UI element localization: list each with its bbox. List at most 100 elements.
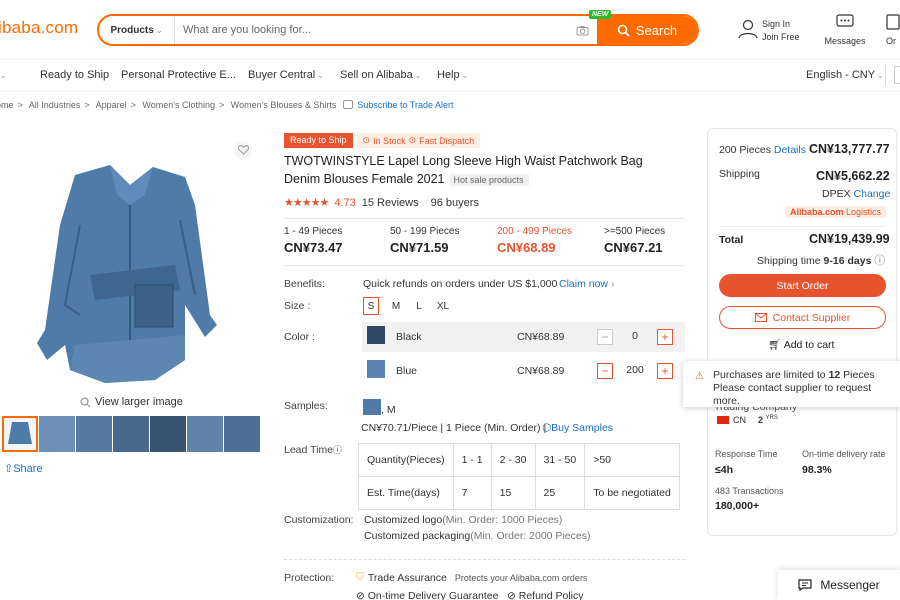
trade-assurance-desc: Protects your Alibaba.com orders [454,572,588,583]
table-row: Est. Time(days) 7 15 25 To be negotiated [358,476,680,510]
size-option-m[interactable]: M [388,297,404,315]
nav-ready-to-ship[interactable]: Ready to Ship [40,69,109,81]
buyers-count: 96 buyers [430,196,479,209]
breadcrumb-item[interactable]: Women's Clothing [142,100,215,110]
language-currency-select[interactable]: English - CNY ⌄ [806,69,884,81]
alibaba-logo[interactable]: ibaba.com [0,18,78,38]
orders-button[interactable]: Or [886,14,900,46]
purchase-limit-tooltip: ⚠ Purchases are limited to 12 Pieces Ple… [683,361,900,407]
divider [284,265,685,266]
quantity-decrease-button[interactable]: − [597,363,613,379]
logistics-word: Logistics [846,207,882,217]
size-option-l[interactable]: L [411,297,427,315]
breadcrumb-item[interactable]: Women's Blouses & Shirts [231,100,337,110]
color-swatch[interactable] [367,360,385,378]
nav-categories-chevron[interactable]: ⌄ [0,69,7,81]
tooltip-text: Pieces [843,369,875,381]
quantity-input[interactable]: 200 [616,364,654,376]
thumbnail-image[interactable] [187,416,223,452]
chevron-down-icon: ⌄ [155,25,163,35]
camera-icon[interactable] [571,16,593,44]
subscribe-trade-alert-link[interactable]: Subscribe to Trade Alert [357,100,453,110]
table-cell: 25 [534,476,586,510]
shipping-time: Shipping time 9-16 days ⓘ [757,252,885,268]
divider [719,226,886,227]
help-icon[interactable]: ⓘ [333,445,342,455]
color-swatch[interactable] [367,326,385,344]
sample-thumbnail[interactable] [363,399,381,415]
size-option-s[interactable]: S [363,297,379,315]
nav-help[interactable]: Help ⌄ [437,69,468,81]
share-link[interactable]: ⇧Share [4,462,43,475]
reviews-link[interactable]: 15 Reviews [362,197,419,209]
thumbnail-image[interactable] [39,416,75,452]
start-order-button[interactable]: Start Order [719,274,886,297]
subtotal-value: CN¥13,777.77 [809,142,890,156]
nav-scroll-handle[interactable] [894,66,900,84]
favorite-heart-icon[interactable] [234,141,252,159]
details-link[interactable]: Details [774,144,806,156]
size-option-xl[interactable]: XL [433,297,453,315]
carrier-row: DPEX Change [822,188,890,200]
chevron-down-icon: ⌄ [414,71,422,80]
view-larger-image-link[interactable]: View larger image [80,396,183,408]
thumbnail-image[interactable] [76,416,112,452]
add-to-cart-button[interactable]: 🛒︎ Add to cart [768,338,834,351]
search-category-select[interactable]: Products ⌄ [99,16,175,44]
breadcrumb-item[interactable]: All Industries [29,100,81,110]
quantity-decrease-button[interactable]: − [597,329,613,345]
tier-range: 200 - 499 Pieces [497,226,573,237]
thumbnail-image[interactable] [224,416,260,452]
search-button[interactable]: Search [597,16,697,44]
shipping-label: Shipping [719,168,760,180]
tier-price: CN¥68.89 [497,240,556,255]
quantity-increase-button[interactable]: + [657,363,673,379]
quantity-input[interactable]: 0 [616,330,654,342]
custom-logo-option: Customized logo(Min. Order: 1000 Pieces) [364,514,562,526]
change-carrier-link[interactable]: Change [854,188,891,200]
custom-packaging-option: Customized packaging(Min. Order: 2000 Pi… [364,530,590,542]
rating-stars-icon: ★★★★★ [284,197,329,209]
ontime-rate-label: On-time delivery rate [802,449,886,459]
messenger-label: Messenger [820,578,880,592]
thumbnail-strip [2,416,260,452]
nav-buyer-central[interactable]: Buyer Central ⌄ [248,69,324,81]
table-row: Quantity(Pieces) 1 - 1 2 - 30 31 - 50 >5… [358,443,680,477]
hot-sale-badge: Hot sale products [448,174,529,186]
buy-samples-link[interactable]: ⬡Buy Samples [542,422,613,434]
join-free-link[interactable]: Join Free [762,31,800,44]
chat-icon [798,579,812,591]
messenger-button[interactable]: Messenger [778,570,900,600]
thumbnail-image[interactable] [113,416,149,452]
orders-label: Or [886,36,896,46]
breadcrumb-item[interactable]: ome [0,100,14,110]
table-cell: To be negotiated [584,476,680,510]
nav-sell-on-alibaba[interactable]: Sell on Alibaba ⌄ [340,69,421,81]
sign-in-link[interactable]: Sign In [762,18,800,31]
messages-button[interactable]: Messages [822,14,868,46]
samples-label: Samples: [284,400,328,412]
breadcrumb-item[interactable]: Apparel [96,100,127,110]
product-main-image[interactable] [35,165,225,390]
contact-supplier-button[interactable]: Contact Supplier [719,306,886,329]
color-price: CN¥68.89 [517,331,565,343]
search-input[interactable] [175,16,571,44]
sample-size: , M [381,404,396,416]
thumbnail-image[interactable] [150,416,186,452]
info-icon[interactable]: ⓘ [874,255,885,267]
stock-dispatch-tag: ⊙ In Stock ⊙ Fast Dispatch [356,133,481,148]
user-icon[interactable] [737,18,759,43]
thumbnail-image[interactable] [2,416,38,452]
nav-personal-protective[interactable]: Personal Protective E... [121,69,236,81]
language-label: English - CNY [806,69,876,81]
quantity-increase-button[interactable]: + [657,329,673,345]
ontime-rate-value: 98.3% [802,464,832,476]
color-name: Black [396,331,422,343]
nav-buyer-central-label: Buyer Central [248,69,316,81]
clock-icon: ⊙ [362,135,371,145]
sign-in-area[interactable]: Sign In Join Free [762,18,800,44]
claim-now-link[interactable]: Claim now › [559,278,614,290]
breadcrumb: ome> All Industries> Apparel> Women's Cl… [0,100,453,110]
custom-logo-text: Customized logo [364,514,443,526]
trade-assurance[interactable]: ⛉ Trade Assurance Protects your Alibaba.… [356,571,587,584]
